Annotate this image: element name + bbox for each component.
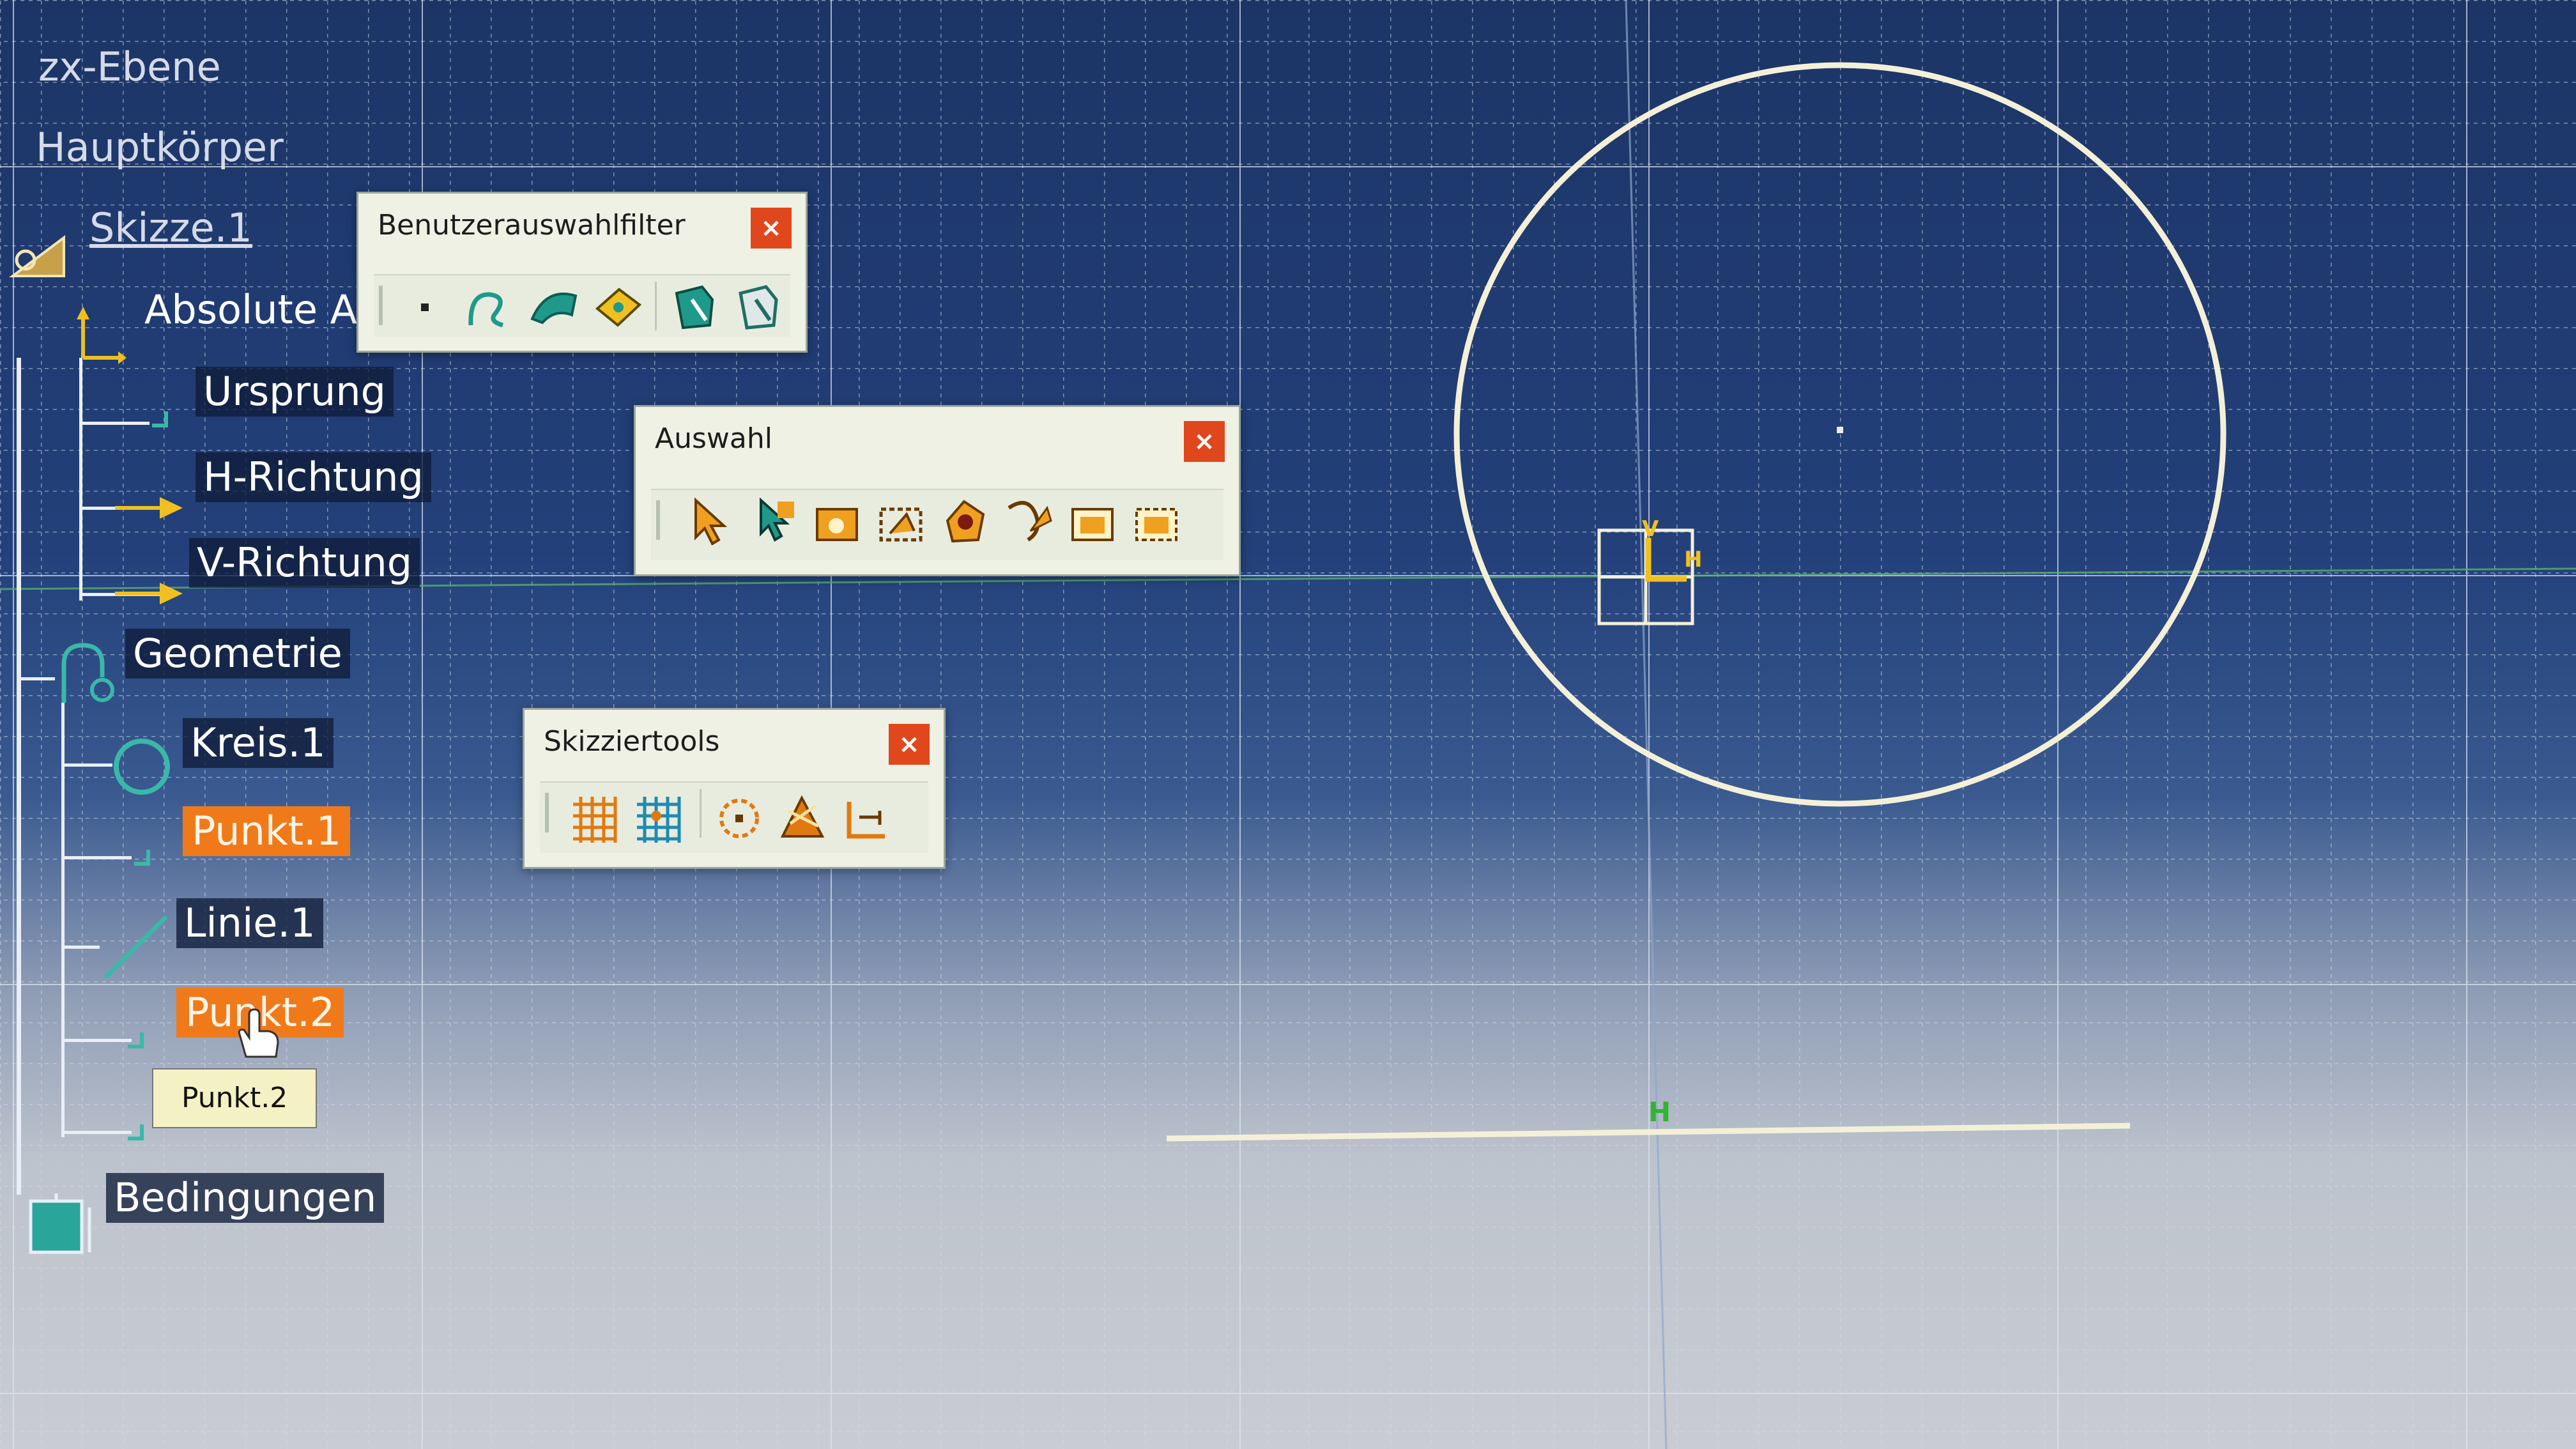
selection-toolbar[interactable]: Auswahl ×: [634, 405, 1241, 576]
point-icon: [125, 1122, 144, 1141]
tree-node-geometry[interactable]: Geometrie: [125, 629, 350, 678]
tree-node-v-direction[interactable]: V-Richtung: [189, 538, 420, 588]
tree-node-line[interactable]: Linie.1: [176, 898, 323, 948]
curve-filter-button[interactable]: [463, 280, 516, 333]
tree-node-absolute-axis[interactable]: Absolute Ac: [144, 285, 378, 335]
sketch-tools-toolbar[interactable]: Skizziertools ×: [523, 708, 946, 869]
v-axis-label: V: [1642, 516, 1659, 542]
volume-filter-button[interactable]: [591, 280, 643, 333]
toolbar-title: Skizziertools: [544, 725, 720, 758]
hand-cursor-icon: [230, 1006, 288, 1063]
circle-icon: [110, 735, 174, 799]
surface-filter-button[interactable]: [527, 280, 579, 333]
rectangle-selection-button[interactable]: [811, 495, 863, 548]
toolbar-grip[interactable]: [656, 500, 660, 540]
tree-node-circle[interactable]: Kreis.1: [183, 718, 334, 768]
toolbar-buttons: [540, 781, 928, 853]
grid-toggle-button[interactable]: [568, 792, 620, 844]
point-filter-button[interactable]: [399, 280, 452, 333]
toolbar-buttons: [651, 489, 1223, 560]
toolbar-buttons: [374, 274, 790, 337]
h-axis-label: H: [1684, 547, 1703, 572]
select-arrow-button[interactable]: [683, 495, 735, 548]
toolbar-title: Benutzerauswahlfilter: [378, 209, 686, 241]
snap-to-point-button[interactable]: [632, 792, 684, 844]
freehand-selection-button[interactable]: [1002, 495, 1055, 548]
tree-node-sketch[interactable]: Skizze.1: [89, 203, 252, 253]
circle-center-point: [1837, 427, 1843, 433]
toolbar-grip[interactable]: [545, 793, 549, 832]
toolbar-grip[interactable]: [379, 286, 383, 325]
tree-node-origin[interactable]: Ursprung: [195, 367, 394, 417]
outside-rectangle-selection-button[interactable]: [1066, 495, 1119, 548]
tree-node-main-body[interactable]: Hauptkörper: [36, 123, 284, 172]
tree-node-zx-plane[interactable]: zx-Ebene: [38, 42, 221, 92]
tree-node-point1[interactable]: Punkt.1: [183, 806, 351, 856]
point-icon: [132, 847, 151, 866]
line-horizontal-constraint-label: H: [1648, 1096, 1671, 1128]
geometry-filter-button[interactable]: [732, 280, 784, 333]
tooltip: Punkt.2: [152, 1068, 318, 1128]
close-button[interactable]: ×: [1184, 421, 1225, 462]
geometry-icon: [51, 639, 115, 709]
polygon-selection-button[interactable]: [939, 495, 991, 548]
arrow-right-icon: [115, 492, 185, 524]
close-button[interactable]: ×: [889, 724, 930, 765]
close-button[interactable]: ×: [751, 208, 792, 249]
constraints-icon: [26, 1188, 102, 1259]
feature-filter-button[interactable]: [668, 280, 720, 333]
point-icon: [150, 409, 169, 428]
select-above-geometry-button[interactable]: [747, 495, 799, 548]
arrow-right-icon: [115, 578, 185, 610]
line-icon: [96, 907, 172, 984]
tree-node-constraints[interactable]: Bedingungen: [106, 1173, 385, 1223]
construction-element-button[interactable]: [712, 792, 765, 844]
intersecting-rectangle-selection-button[interactable]: [875, 495, 927, 548]
sketch-icon[interactable]: [6, 225, 70, 282]
user-selection-filter-toolbar[interactable]: Benutzerauswahlfilter ×: [356, 192, 808, 353]
outside-intersect-selection-button[interactable]: [1130, 495, 1183, 548]
point-icon: [125, 1030, 144, 1049]
axis-system-icon: [64, 300, 128, 364]
tree-node-h-direction[interactable]: H-Richtung: [195, 452, 431, 502]
toolbar-title: Auswahl: [655, 422, 772, 455]
dimensional-constraints-button[interactable]: [840, 792, 893, 844]
geometric-constraints-button[interactable]: [776, 792, 829, 844]
